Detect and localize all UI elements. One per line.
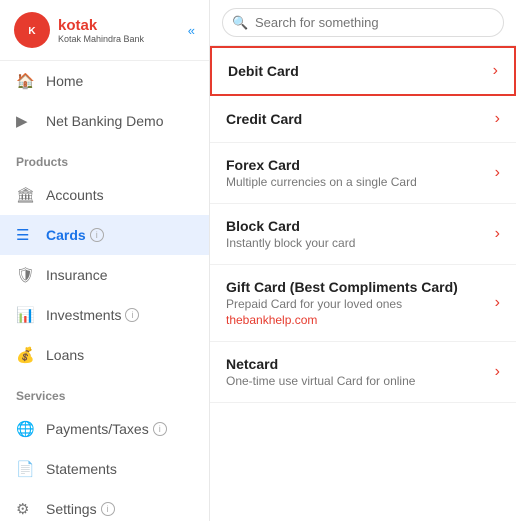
bank-name: kotak (58, 17, 144, 34)
sidebar-item-payments-taxes[interactable]: 🌐 Payments/Taxes i (0, 409, 209, 449)
gift-card-subtitle: Prepaid Card for your loved ones (226, 297, 487, 311)
forex-card-title: Forex Card (226, 157, 487, 173)
play-icon: ▶ (16, 112, 36, 130)
gift-card-chevron: › (495, 294, 500, 312)
cards-info-icon: i (90, 228, 104, 242)
sidebar-item-cards[interactable]: ☰ Cards i (0, 215, 209, 255)
sidebar-item-cards-label: Cards (46, 227, 86, 243)
logo-text: kotak Kotak Mahindra Bank (58, 17, 144, 44)
accounts-icon: 🏛 (16, 186, 36, 204)
card-item-forex-card[interactable]: Forex Card Multiple currencies on a sing… (210, 143, 516, 204)
sidebar-item-accounts[interactable]: 🏛 Accounts (0, 175, 209, 215)
sidebar-item-statements[interactable]: 📄 Statements (0, 449, 209, 489)
card-list: Debit Card › Credit Card › Forex Card Mu… (210, 46, 516, 521)
debit-card-title: Debit Card (228, 63, 485, 79)
investments-icon: 📊 (16, 306, 36, 324)
sidebar-item-insurance[interactable]: 🛡 Insurance (0, 255, 209, 295)
investments-info-icon: i (125, 308, 139, 322)
netcard-text: Netcard One-time use virtual Card for on… (226, 356, 487, 388)
sidebar-item-settings[interactable]: ⚙ Settings i (0, 489, 209, 521)
gift-card-text: Gift Card (Best Compliments Card) Prepai… (226, 279, 487, 327)
search-input[interactable] (222, 8, 504, 37)
gift-card-subtitle2: thebankhelp.com (226, 313, 487, 327)
kotak-logo-icon: K (14, 12, 50, 48)
payments-icon: 🌐 (16, 420, 36, 438)
statements-icon: 📄 (16, 460, 36, 478)
sidebar-item-net-banking-demo[interactable]: ▶ Net Banking Demo (0, 101, 209, 141)
sidebar-item-home-label: Home (46, 73, 83, 89)
sidebar-item-accounts-label: Accounts (46, 187, 104, 203)
card-item-debit-card[interactable]: Debit Card › (210, 46, 516, 96)
home-icon: 🏠 (16, 72, 36, 90)
card-item-netcard[interactable]: Netcard One-time use virtual Card for on… (210, 342, 516, 403)
search-icon: 🔍 (232, 15, 248, 31)
sidebar-item-settings-label: Settings (46, 501, 97, 517)
forex-card-chevron: › (495, 164, 500, 182)
debit-card-text: Debit Card (228, 63, 485, 79)
sidebar-item-net-banking-label: Net Banking Demo (46, 113, 164, 129)
debit-card-chevron: › (493, 62, 498, 80)
sidebar-item-payments-label: Payments/Taxes (46, 421, 149, 437)
card-item-gift-card[interactable]: Gift Card (Best Compliments Card) Prepai… (210, 265, 516, 342)
credit-card-text: Credit Card (226, 111, 487, 127)
block-card-text: Block Card Instantly block your card (226, 218, 487, 250)
sidebar-item-investments-label: Investments (46, 307, 121, 323)
sidebar-item-loans-label: Loans (46, 347, 84, 363)
logo-area: K kotak Kotak Mahindra Bank « (0, 0, 209, 61)
sidebar-item-loans[interactable]: 💰 Loans (0, 335, 209, 375)
cards-icon: ☰ (16, 226, 36, 244)
credit-card-chevron: › (495, 110, 500, 128)
sidebar-item-home[interactable]: 🏠 Home (0, 61, 209, 101)
netcard-subtitle: One-time use virtual Card for online (226, 374, 487, 388)
search-bar: 🔍 (210, 0, 516, 46)
collapse-button[interactable]: « (188, 23, 195, 38)
payments-info-icon: i (153, 422, 167, 436)
netcard-chevron: › (495, 363, 500, 381)
search-wrapper: 🔍 (222, 8, 504, 37)
sidebar-item-investments[interactable]: 📊 Investments i (0, 295, 209, 335)
block-card-subtitle: Instantly block your card (226, 236, 487, 250)
card-item-block-card[interactable]: Block Card Instantly block your card › (210, 204, 516, 265)
section-products: Products (0, 141, 209, 175)
svg-text:K: K (28, 26, 36, 37)
forex-card-subtitle: Multiple currencies on a single Card (226, 175, 487, 189)
gift-card-title: Gift Card (Best Compliments Card) (226, 279, 487, 295)
netcard-title: Netcard (226, 356, 487, 372)
bank-sub: Kotak Mahindra Bank (58, 34, 144, 44)
card-item-credit-card[interactable]: Credit Card › (210, 96, 516, 143)
block-card-title: Block Card (226, 218, 487, 234)
credit-card-title: Credit Card (226, 111, 487, 127)
sidebar-item-insurance-label: Insurance (46, 267, 107, 283)
sidebar-item-statements-label: Statements (46, 461, 117, 477)
forex-card-text: Forex Card Multiple currencies on a sing… (226, 157, 487, 189)
section-services: Services (0, 375, 209, 409)
block-card-chevron: › (495, 225, 500, 243)
loans-icon: 💰 (16, 346, 36, 364)
settings-icon: ⚙ (16, 500, 36, 518)
sidebar: K kotak Kotak Mahindra Bank « 🏠 Home ▶ N… (0, 0, 210, 521)
main-content: 🔍 Debit Card › Credit Card › Forex Card … (210, 0, 516, 521)
insurance-icon: 🛡 (16, 266, 36, 284)
settings-info-icon: i (101, 502, 115, 516)
